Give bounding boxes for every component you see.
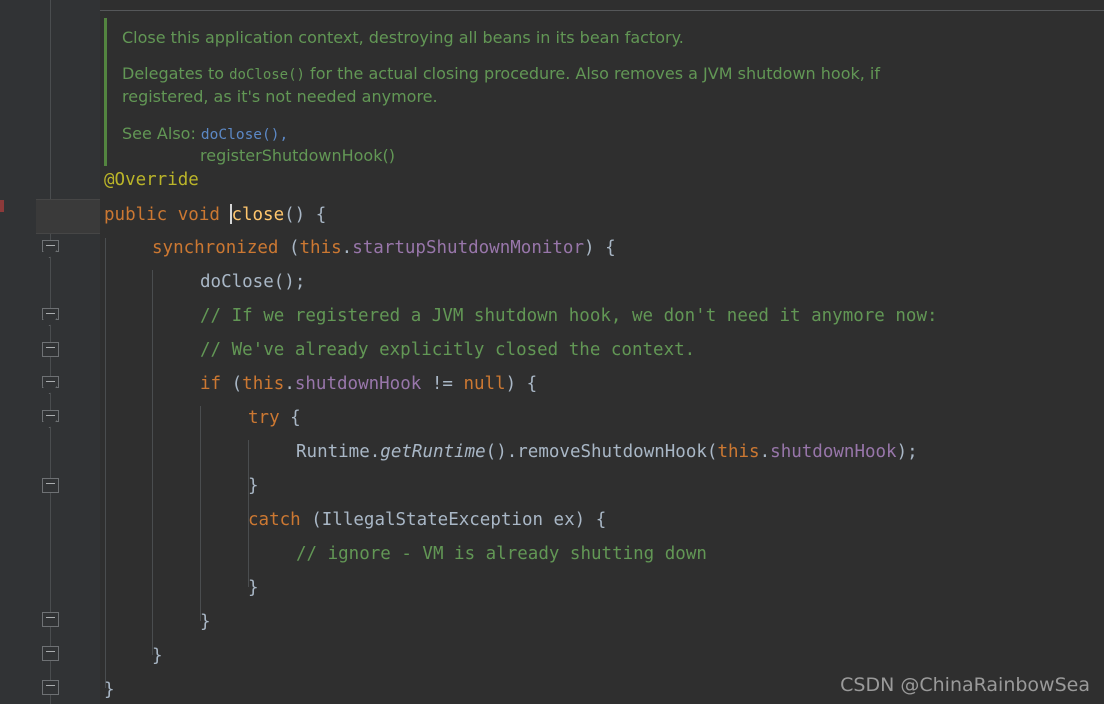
code-editor[interactable]: Close this application context, destroyi… bbox=[0, 0, 1104, 704]
code-line-method-signature: public void close() { bbox=[104, 204, 326, 225]
editor-text-area[interactable]: Close this application context, destroyi… bbox=[100, 0, 1104, 704]
javadoc-delegates-wrap-line: registered, as it's not needed anymore. bbox=[122, 87, 438, 106]
fold-collapse-icon[interactable] bbox=[42, 646, 59, 665]
javadoc-summary-line: Close this application context, destroyi… bbox=[122, 28, 684, 47]
watermark: CSDN @ChinaRainbowSea bbox=[840, 674, 1090, 696]
code-line-remove-hook: Runtime.getRuntime().removeShutdownHook(… bbox=[296, 442, 918, 462]
fold-collapse-icon[interactable] bbox=[42, 612, 59, 631]
javadoc-delegates-suffix: for the actual closing procedure. Also r… bbox=[304, 64, 880, 83]
code-line-if-close: } bbox=[200, 612, 211, 632]
javadoc-see-also-label: See Also: bbox=[122, 124, 201, 143]
javadoc-see-also-line: See Also: doClose(), bbox=[122, 124, 288, 143]
code-line-synchronized: synchronized (this.startupShutdownMonito… bbox=[152, 238, 616, 258]
code-line-override-annotation: @Override bbox=[104, 170, 199, 190]
fold-collapse-icon[interactable] bbox=[42, 308, 59, 327]
fold-collapse-icon[interactable] bbox=[42, 240, 59, 259]
javadoc-accent-bar bbox=[104, 18, 107, 166]
editor-gutter[interactable] bbox=[36, 0, 100, 704]
code-line-comment-registered: // If we registered a JVM shutdown hook,… bbox=[200, 306, 938, 326]
code-line-catch-close: } bbox=[248, 578, 259, 598]
fold-collapse-icon[interactable] bbox=[42, 410, 59, 429]
indent-guide bbox=[152, 270, 153, 655]
javadoc-link-doclose[interactable]: doClose(), bbox=[201, 127, 288, 143]
code-line-if-shutdownhook: if (this.shutdownHook != null) { bbox=[200, 374, 538, 394]
token-method-name: close bbox=[231, 205, 285, 225]
fold-collapse-icon[interactable] bbox=[42, 342, 59, 361]
token-signature-rest: () { bbox=[284, 205, 327, 225]
token-modifiers: public void bbox=[104, 205, 231, 225]
javadoc-link-registershutdownhook[interactable]: registerShutdownHook() bbox=[200, 146, 395, 165]
code-line-doclose-call: doClose(); bbox=[200, 272, 306, 292]
code-line-sync-close: } bbox=[152, 646, 163, 666]
section-separator bbox=[100, 10, 1104, 11]
editor-left-annotation-strip[interactable] bbox=[0, 0, 36, 704]
vcs-change-marker[interactable] bbox=[0, 200, 4, 212]
code-line-try-open: try { bbox=[248, 408, 301, 428]
indent-guide bbox=[105, 238, 106, 688]
fold-collapse-icon[interactable] bbox=[42, 680, 59, 699]
fold-collapse-icon[interactable] bbox=[42, 376, 59, 395]
code-line-comment-ignore: // ignore - VM is already shutting down bbox=[296, 544, 707, 564]
code-line-try-close: } bbox=[248, 476, 259, 496]
javadoc-delegates-line: Delegates to doClose() for the actual cl… bbox=[122, 64, 880, 83]
code-line-comment-already-closed: // We've already explicitly closed the c… bbox=[200, 340, 696, 360]
code-line-catch-open: catch (IllegalStateException ex) { bbox=[248, 510, 607, 530]
fold-collapse-icon[interactable] bbox=[42, 478, 59, 497]
javadoc-doclose-code: doClose() bbox=[229, 67, 305, 83]
javadoc-delegates-prefix: Delegates to bbox=[122, 64, 230, 83]
indent-guide bbox=[200, 406, 201, 621]
code-line-method-close: } bbox=[104, 680, 115, 700]
